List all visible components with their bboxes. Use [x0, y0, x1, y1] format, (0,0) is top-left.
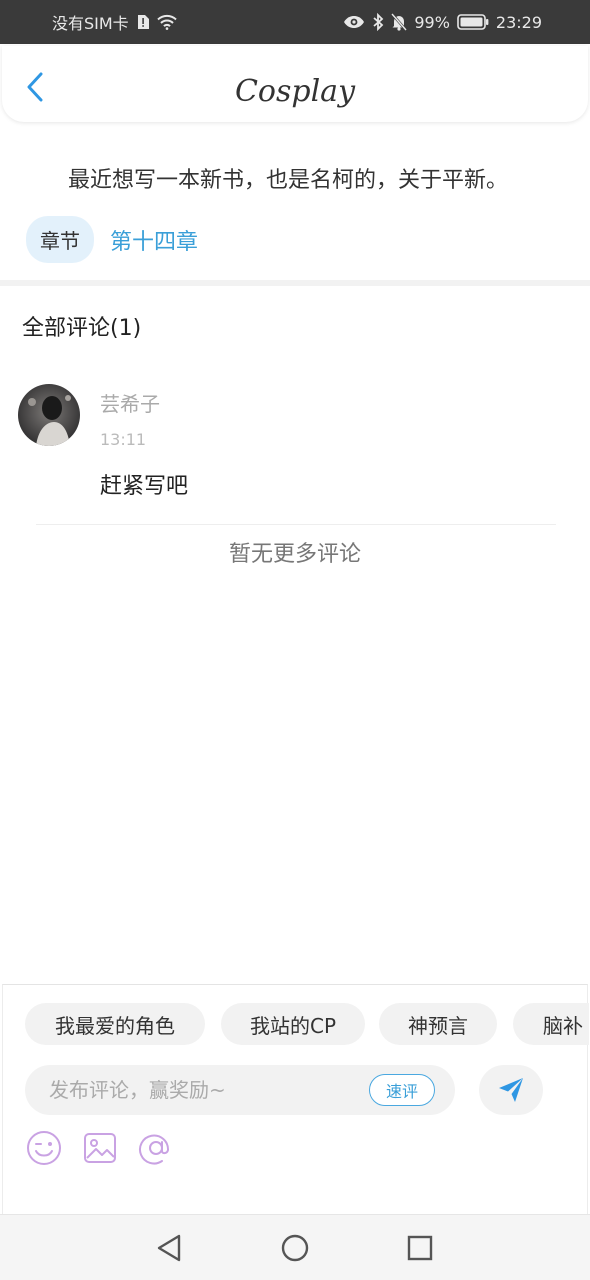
send-icon: [499, 1078, 523, 1102]
post-intro: 最近想写一本新书，也是名柯的，关于平新。: [68, 168, 509, 193]
clock: 23:29: [495, 12, 542, 32]
no-more-comments: 暂无更多评论: [228, 542, 361, 567]
chip-favorite-character[interactable]: 我最爱的角色: [25, 1003, 205, 1045]
nav-home-button[interactable]: [278, 1231, 312, 1265]
divider: [36, 524, 556, 525]
composer-tools: [25, 1129, 175, 1167]
battery-icon: [457, 14, 489, 30]
chip-prophecy[interactable]: 神预言: [379, 1003, 497, 1045]
at-mention-icon: [139, 1134, 170, 1165]
circle-home-icon: [281, 1234, 309, 1262]
comment-username[interactable]: 芸希子: [100, 388, 160, 417]
section-divider: [0, 280, 590, 286]
square-recents-icon: [407, 1235, 433, 1261]
nav-back-button[interactable]: [152, 1231, 186, 1265]
system-nav-bar: [0, 1214, 590, 1280]
send-button[interactable]: [479, 1065, 543, 1115]
chip-imagination[interactable]: 脑补: [513, 1003, 589, 1045]
avatar[interactable]: [18, 384, 80, 446]
emoji-button[interactable]: [25, 1129, 63, 1167]
mention-button[interactable]: [137, 1129, 175, 1167]
status-left: 没有SIM卡: [52, 10, 177, 34]
chapter-tag: 章节: [26, 216, 94, 263]
bell-muted-icon: [391, 13, 408, 31]
bluetooth-icon: [372, 13, 384, 31]
comments-title: 全部评论(1): [22, 316, 142, 341]
status-bar: 没有SIM卡 99% 23:29: [0, 0, 590, 44]
comment-composer: 我最爱的角色 我站的CP 神预言 脑补 速评: [2, 984, 589, 1214]
image-button[interactable]: [81, 1129, 119, 1167]
comment-time: 13:11: [100, 430, 147, 449]
chip-my-cp[interactable]: 我站的CP: [221, 1003, 365, 1045]
quick-topic-chips: 我最爱的角色 我站的CP 神预言 脑补: [25, 1003, 589, 1045]
image-icon: [84, 1133, 116, 1163]
page-title: Cosplay: [234, 74, 356, 109]
nav-recents-button[interactable]: [403, 1231, 437, 1265]
chapter-row: 章节 第十四章: [26, 216, 198, 263]
comment-item: 芸希子 13:11 赶紧写吧: [18, 384, 578, 504]
triangle-back-icon: [157, 1234, 181, 1262]
wifi-icon: [156, 14, 177, 30]
carrier-text: 没有SIM卡: [52, 14, 129, 33]
chapter-link[interactable]: 第十四章: [110, 224, 198, 256]
eye-icon: [343, 15, 365, 29]
comment-text[interactable]: 赶紧写吧: [100, 468, 188, 500]
sim-alert-icon: [136, 14, 150, 30]
quick-comment-button[interactable]: 速评: [369, 1074, 435, 1106]
emoji-icon: [27, 1131, 61, 1165]
title-bar: Cosplay: [2, 46, 588, 122]
battery-percent: 99%: [414, 12, 450, 32]
status-right: 99% 23:29: [343, 13, 542, 32]
